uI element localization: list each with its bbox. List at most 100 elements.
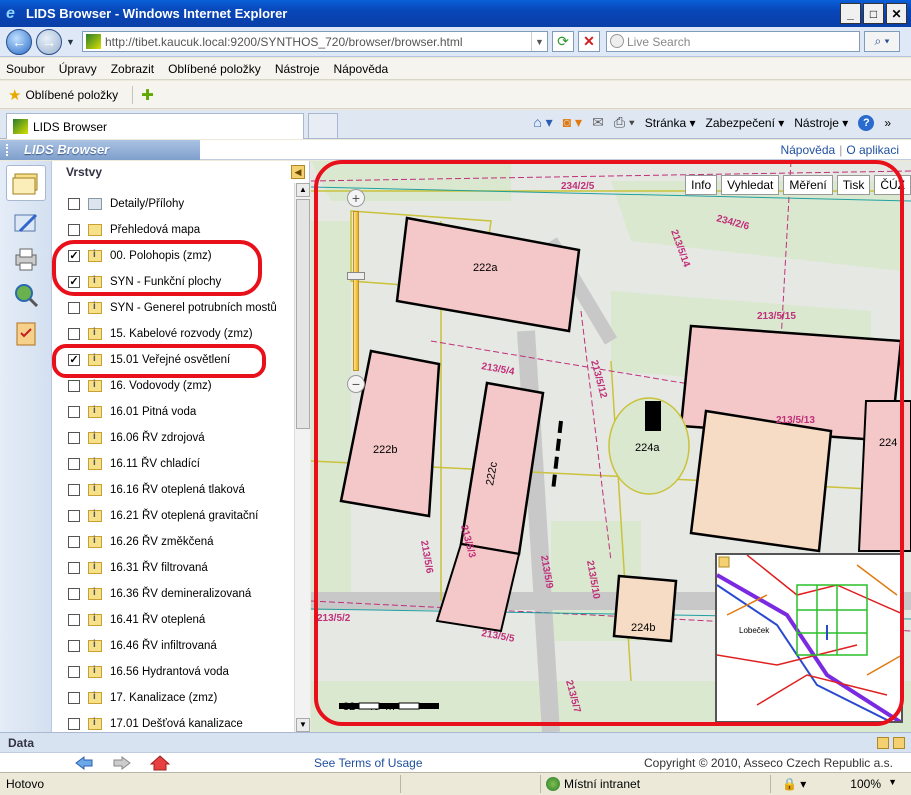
layer-checkbox[interactable] bbox=[68, 198, 80, 210]
tab-lids-browser[interactable]: LIDS Browser bbox=[6, 113, 304, 139]
restore-panel-icon[interactable] bbox=[877, 737, 889, 749]
print-tool-button[interactable] bbox=[12, 245, 40, 273]
layer-label: 16.36 ŘV demineralizovaná bbox=[110, 588, 252, 600]
close-button[interactable]: ✕ bbox=[886, 3, 907, 24]
layer-checkbox[interactable] bbox=[68, 562, 80, 574]
collapse-panel-icon[interactable]: ◀ bbox=[291, 165, 305, 179]
help-link[interactable]: Nápověda bbox=[780, 143, 835, 157]
layer-info-icon bbox=[88, 431, 102, 444]
layer-item[interactable]: SYN - Generel potrubních mostů bbox=[68, 295, 277, 321]
layer-checkbox[interactable] bbox=[68, 718, 80, 730]
mail-icon[interactable]: ✉ bbox=[592, 114, 604, 131]
layer-item[interactable]: 16.21 ŘV oteplená gravitační bbox=[68, 503, 258, 529]
maximize-panel-icon[interactable] bbox=[893, 737, 905, 749]
printer-icon bbox=[15, 248, 37, 271]
back-button[interactable]: ← bbox=[6, 29, 32, 55]
task-tool-button[interactable] bbox=[12, 319, 40, 347]
layer-checkbox[interactable] bbox=[68, 666, 80, 678]
menu-file[interactable]: Soubor bbox=[6, 62, 45, 76]
stop-button[interactable]: ✕ bbox=[578, 31, 600, 52]
feeds-icon[interactable]: ◙ ▾ bbox=[563, 114, 582, 131]
address-input[interactable]: http://tibet.kaucuk.local:9200/SYNTHOS_7… bbox=[82, 31, 548, 52]
page-menu[interactable]: Stránka ▾ bbox=[645, 116, 696, 130]
layer-checkbox[interactable] bbox=[68, 588, 80, 600]
layer-checkbox[interactable] bbox=[68, 614, 80, 626]
chevron-right-icon[interactable]: » bbox=[884, 116, 891, 130]
history-dropdown-icon[interactable]: ▼ bbox=[66, 37, 75, 47]
clipboard-icon bbox=[16, 322, 36, 346]
layer-item[interactable]: 16.11 ŘV chladící bbox=[68, 451, 200, 477]
layer-checkbox[interactable] bbox=[68, 224, 80, 236]
scroll-up-icon[interactable]: ▲ bbox=[296, 183, 310, 197]
protected-mode-icon[interactable]: 🔒 ▾ bbox=[782, 777, 806, 791]
layer-item[interactable]: 16.16 ŘV oteplená tlaková bbox=[68, 477, 245, 503]
layer-item[interactable]: 16.26 ŘV změkčená bbox=[68, 529, 214, 555]
layer-checkbox[interactable] bbox=[68, 510, 80, 522]
layer-checkbox[interactable] bbox=[68, 302, 80, 314]
new-tab-button[interactable] bbox=[308, 113, 338, 138]
back-arrow-icon[interactable] bbox=[74, 755, 94, 771]
menu-tools[interactable]: Nástroje bbox=[275, 62, 320, 76]
forward-button[interactable]: → bbox=[36, 29, 62, 55]
maximize-button[interactable]: □ bbox=[863, 3, 884, 24]
layer-label: 16.06 ŘV zdrojová bbox=[110, 432, 205, 444]
layer-item[interactable]: 17. Kanalizace (zmz) bbox=[68, 685, 217, 711]
layer-label: Detaily/Přílohy bbox=[110, 198, 185, 210]
zoom-level[interactable]: 100% bbox=[850, 777, 881, 791]
layer-item[interactable]: Detaily/Přílohy bbox=[68, 191, 184, 217]
layer-checkbox[interactable] bbox=[68, 536, 80, 548]
print-icon[interactable]: ⎙ ▾ bbox=[614, 114, 635, 131]
favorites-star-icon[interactable]: ★ bbox=[8, 86, 21, 104]
layer-item[interactable]: 16.56 Hydrantová voda bbox=[68, 659, 229, 685]
search-tool-button[interactable] bbox=[12, 281, 40, 309]
forward-arrow-icon[interactable] bbox=[112, 755, 132, 771]
minimize-button[interactable]: _ bbox=[840, 3, 861, 24]
layer-label: 16.46 ŘV infiltrovaná bbox=[110, 640, 217, 652]
help-icon[interactable]: ? bbox=[858, 114, 875, 131]
layers-panel-button[interactable] bbox=[6, 165, 46, 201]
layer-item[interactable]: 16.41 ŘV oteplená bbox=[68, 607, 205, 633]
menu-favorites[interactable]: Oblíbené položky bbox=[168, 62, 261, 76]
home-icon[interactable]: ⌂ ▾ bbox=[533, 114, 552, 131]
edit-tool-button[interactable] bbox=[12, 209, 40, 237]
search-input[interactable]: Live Search bbox=[606, 31, 860, 52]
scroll-thumb[interactable] bbox=[296, 199, 310, 429]
layer-item[interactable]: 16.06 ŘV zdrojová bbox=[68, 425, 205, 451]
layer-item[interactable]: 16.36 ŘV demineralizovaná bbox=[68, 581, 251, 607]
app-header: LIDS Browser Nápověda | O aplikaci bbox=[0, 140, 911, 160]
layer-checkbox[interactable] bbox=[68, 640, 80, 652]
app-footer: See Terms of Usage Copyright © 2010, Ass… bbox=[0, 752, 911, 772]
layer-checkbox[interactable] bbox=[68, 328, 80, 340]
layer-item[interactable]: 16.46 ŘV infiltrovaná bbox=[68, 633, 217, 659]
search-button[interactable]: ⌕ ▾ bbox=[864, 31, 900, 52]
add-favorite-icon[interactable]: ✚ bbox=[132, 85, 154, 104]
favorites-button[interactable]: Oblíbené položky bbox=[25, 88, 118, 102]
address-dropdown-icon[interactable]: ▼ bbox=[531, 32, 547, 51]
layer-checkbox[interactable] bbox=[68, 458, 80, 470]
security-menu[interactable]: Zabezpečení ▾ bbox=[706, 116, 785, 130]
zone-label: Místní intranet bbox=[564, 777, 641, 791]
layer-checkbox[interactable] bbox=[68, 484, 80, 496]
zoom-dropdown-icon[interactable]: ▼ bbox=[888, 777, 897, 787]
terms-link[interactable]: See Terms of Usage bbox=[314, 756, 423, 770]
layers-title: Vrstvy bbox=[66, 165, 103, 179]
highlight-frame-lighting bbox=[52, 344, 266, 378]
scroll-down-icon[interactable]: ▼ bbox=[296, 718, 310, 732]
tools-menu[interactable]: Nástroje ▾ bbox=[794, 116, 848, 130]
layer-checkbox[interactable] bbox=[68, 406, 80, 418]
menu-view[interactable]: Zobrazit bbox=[111, 62, 154, 76]
header-links: Nápověda | O aplikaci bbox=[780, 143, 899, 157]
layer-checkbox[interactable] bbox=[68, 380, 80, 392]
highlight-frame-map bbox=[314, 160, 904, 726]
home-icon[interactable] bbox=[150, 755, 170, 771]
menu-help[interactable]: Nápověda bbox=[334, 62, 389, 76]
layer-checkbox[interactable] bbox=[68, 692, 80, 704]
layer-item[interactable]: 16.01 Pitná voda bbox=[68, 399, 196, 425]
about-link[interactable]: O aplikaci bbox=[846, 143, 899, 157]
layer-checkbox[interactable] bbox=[68, 432, 80, 444]
menu-edit[interactable]: Úpravy bbox=[59, 62, 97, 76]
layer-item[interactable]: 16.31 ŘV filtrovaná bbox=[68, 555, 208, 581]
refresh-button[interactable]: ⟳ bbox=[552, 31, 574, 52]
command-bar: ⌂ ▾ ◙ ▾ ✉ ⎙ ▾ Stránka ▾ Zabezpečení ▾ Ná… bbox=[533, 114, 891, 131]
layers-scrollbar[interactable]: ▲ ▼ bbox=[294, 183, 310, 732]
